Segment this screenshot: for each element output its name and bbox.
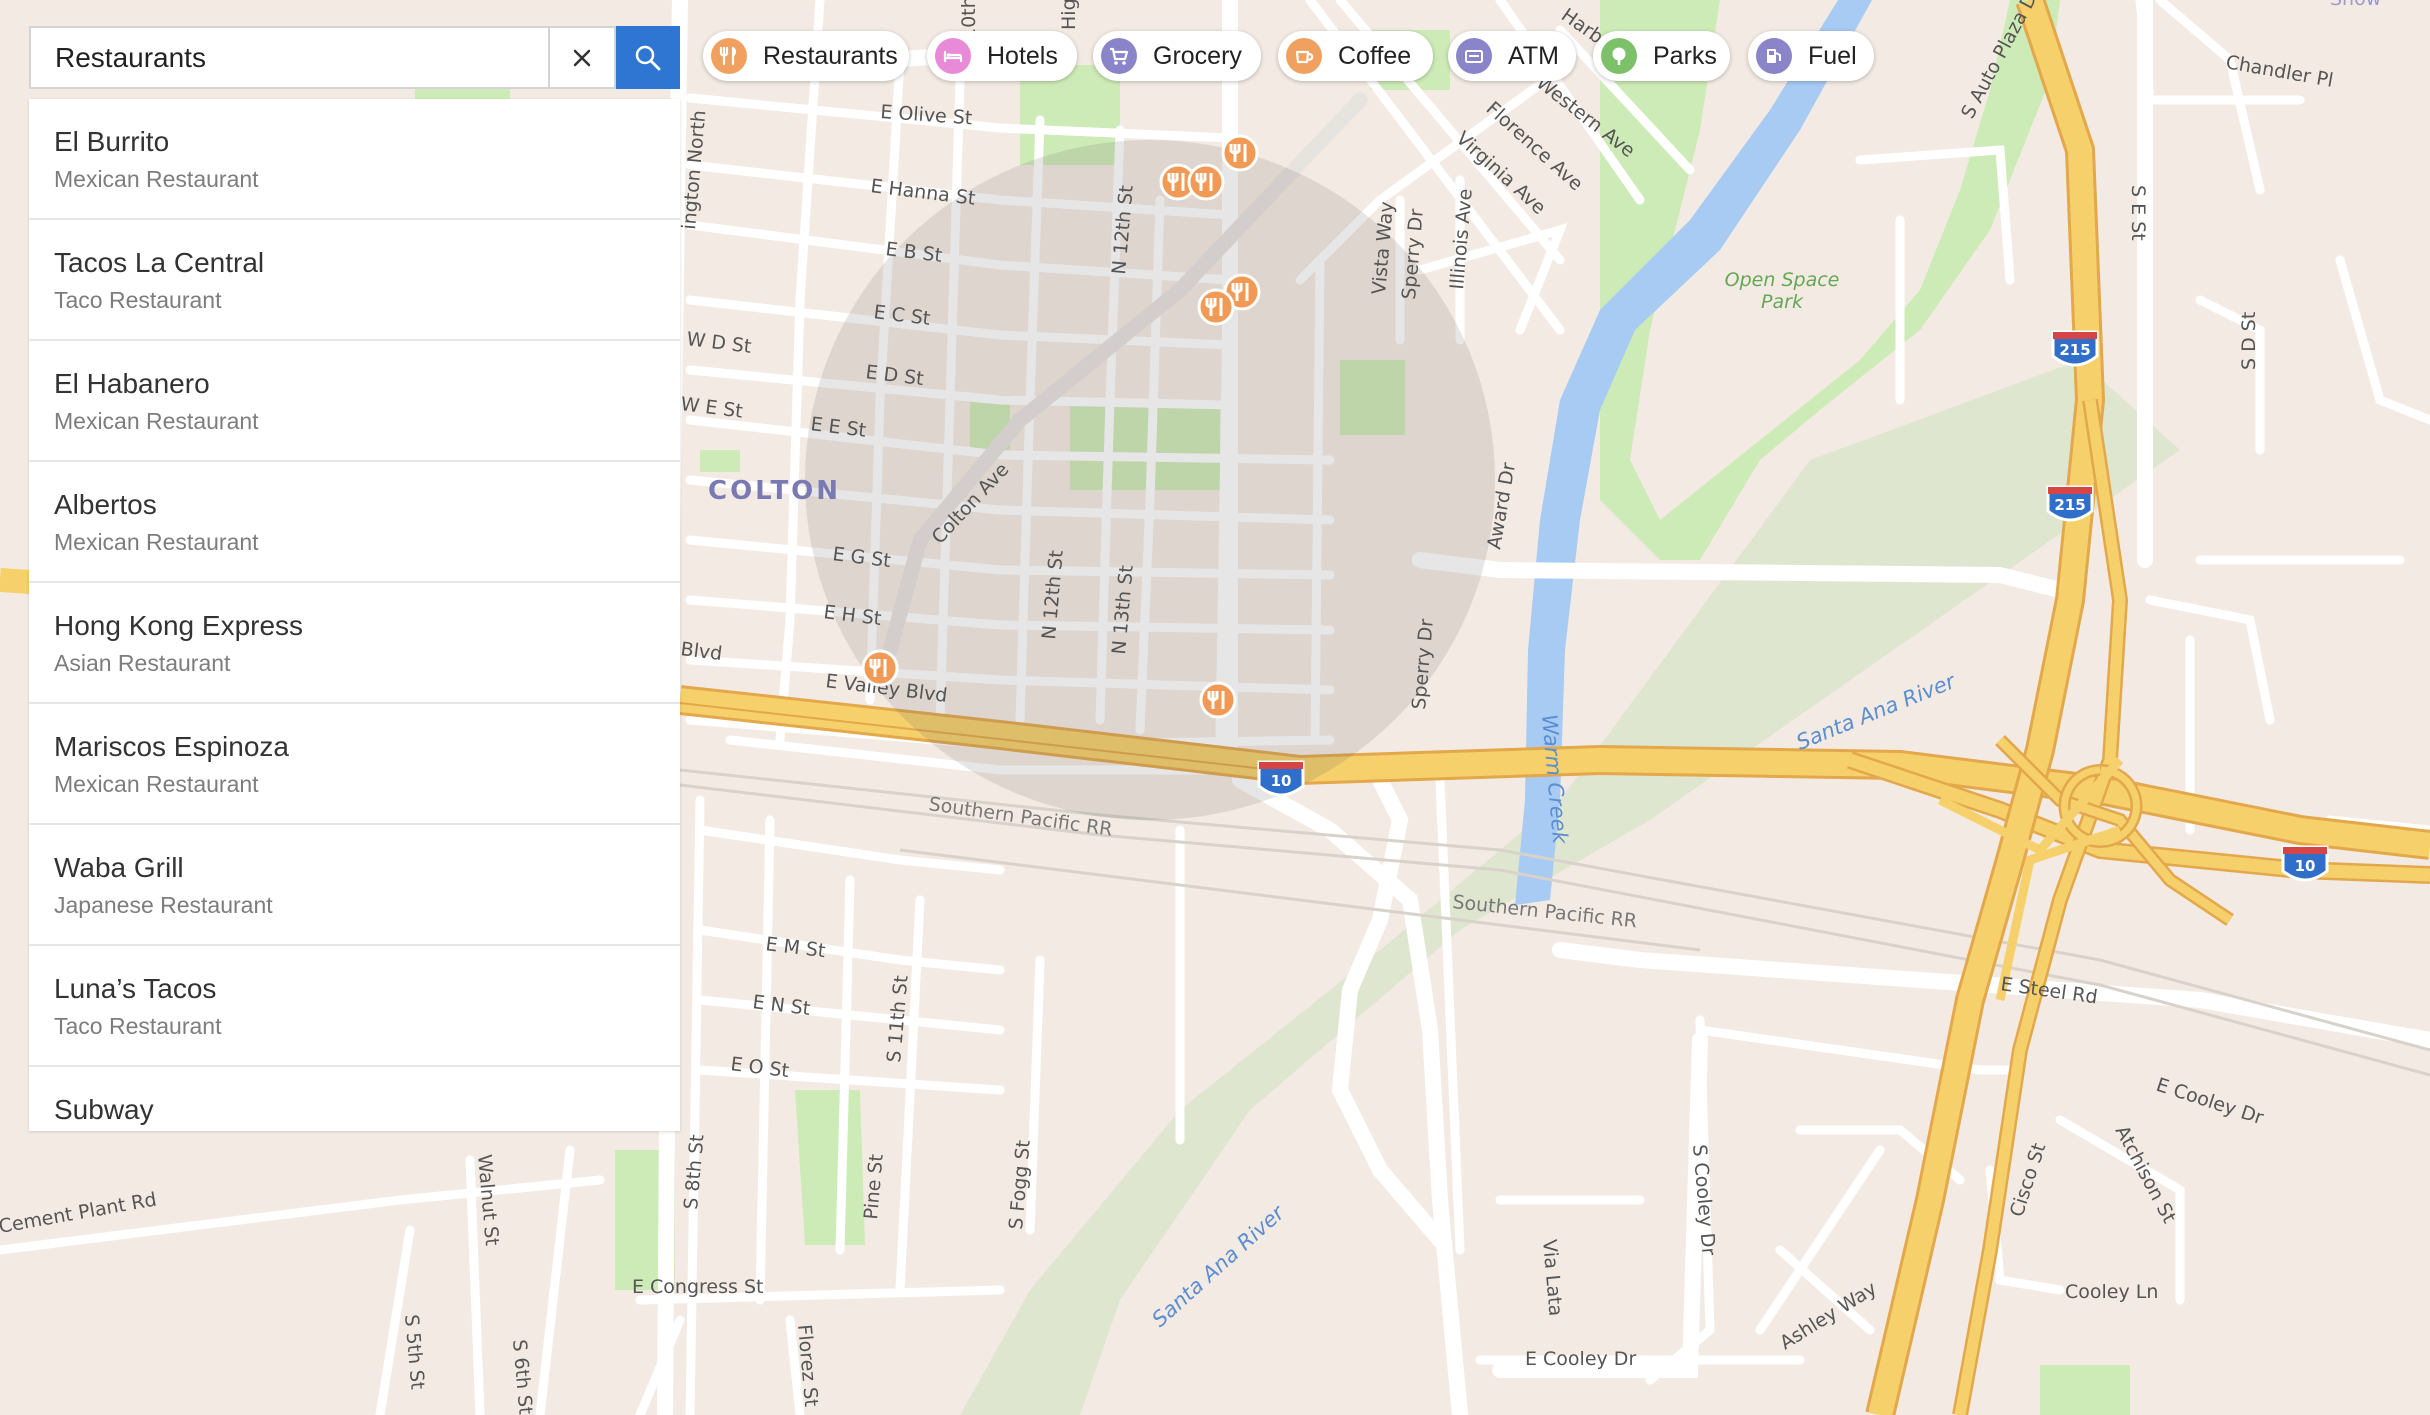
label-congress: E Congress St: [632, 1276, 763, 1298]
svg-text:215: 215: [2054, 496, 2085, 514]
category-restaurants[interactable]: Restaurants: [703, 31, 909, 81]
cart-icon: [1101, 38, 1137, 74]
result-name: Waba Grill: [54, 852, 184, 883]
result-item[interactable]: El Habanero Mexican Restaurant: [29, 341, 680, 462]
result-name: Albertos: [54, 489, 157, 520]
shield-i215-a: 215: [2051, 330, 2099, 367]
result-name: Luna’s Tacos: [54, 973, 217, 1004]
result-name: Hong Kong Express: [54, 610, 304, 641]
category-fuel[interactable]: Fuel: [1748, 31, 1874, 81]
result-item[interactable]: Hong Kong Express Asian Restaurant: [29, 583, 680, 704]
label-open-space-1: Open Space: [1725, 269, 1840, 291]
close-icon: [573, 49, 591, 66]
label-sd: S D St: [2238, 312, 2260, 370]
category-label: ATM: [1508, 41, 1559, 70]
shield-i10-a: 10: [1257, 760, 1305, 797]
result-item[interactable]: Luna’s Tacos Taco Restaurant: [29, 946, 680, 1067]
search-button[interactable]: [616, 26, 680, 89]
shield-i10-b: 10: [2281, 845, 2329, 882]
restaurant-pin[interactable]: [1221, 134, 1259, 172]
restaurant-pin[interactable]: [1199, 681, 1237, 719]
shield-i215-b: 215: [2046, 485, 2094, 522]
result-category: Taco Restaurant: [54, 287, 222, 313]
city-label: COLTON: [708, 476, 841, 506]
category-grocery[interactable]: Grocery: [1093, 31, 1261, 81]
label-cooley-dr: E Cooley Dr: [1525, 1348, 1636, 1370]
tree-icon: [1601, 38, 1637, 74]
result-category: Asian Restaurant: [54, 650, 231, 676]
result-item[interactable]: Albertos Mexican Restaurant: [29, 462, 680, 583]
results-list[interactable]: El Burrito Mexican Restaurant Tacos La C…: [29, 99, 680, 1131]
bed-icon: [935, 38, 971, 74]
label-show: Show: [2330, 0, 2381, 10]
result-item[interactable]: Subway: [29, 1067, 680, 1131]
magnifier-icon: [635, 45, 661, 70]
svg-text:10: 10: [2295, 857, 2316, 875]
cup-icon: [1286, 38, 1322, 74]
result-category: Mexican Restaurant: [54, 529, 259, 555]
result-name: El Burrito: [54, 126, 170, 157]
result-category: Mexican Restaurant: [54, 771, 259, 797]
restaurant-pin[interactable]: [861, 649, 899, 687]
svg-text:10: 10: [1271, 772, 1292, 790]
category-label: Coffee: [1338, 41, 1412, 70]
result-name: Tacos La Central: [54, 247, 265, 278]
svg-text:215: 215: [2059, 341, 2090, 359]
label-cooley-ln: Cooley Ln: [2065, 1281, 2158, 1303]
result-name: Mariscos Espinoza: [54, 731, 289, 762]
restaurant-pin[interactable]: [1187, 163, 1225, 201]
result-name: El Habanero: [54, 368, 210, 399]
result-item[interactable]: El Burrito Mexican Restaurant: [29, 99, 680, 220]
restaurant-pin[interactable]: [1197, 288, 1235, 326]
atm-icon: [1456, 38, 1492, 74]
category-label: Grocery: [1153, 41, 1242, 70]
result-category: Mexican Restaurant: [54, 166, 259, 192]
result-item[interactable]: Mariscos Espinoza Mexican Restaurant: [29, 704, 680, 825]
result-category: Japanese Restaurant: [54, 892, 273, 918]
search-input[interactable]: [31, 28, 548, 87]
label-open-space-2: Park: [1761, 291, 1804, 313]
result-item[interactable]: Tacos La Central Taco Restaurant: [29, 220, 680, 341]
result-category: Taco Restaurant: [54, 1013, 222, 1039]
category-label: Fuel: [1808, 41, 1857, 70]
search-field[interactable]: [29, 26, 550, 89]
result-item[interactable]: Waba Grill Japanese Restaurant: [29, 825, 680, 946]
fuel-icon: [1756, 38, 1792, 74]
result-category: Mexican Restaurant: [54, 408, 259, 434]
label-se: S E St: [2127, 185, 2149, 241]
fork-knife-icon: [711, 38, 747, 74]
category-atm[interactable]: ATM: [1448, 31, 1576, 81]
label-high: High: [1058, 0, 1080, 30]
category-coffee[interactable]: Coffee: [1278, 31, 1433, 81]
category-parks[interactable]: Parks: [1593, 31, 1730, 81]
result-name: Subway: [54, 1094, 154, 1125]
category-label: Parks: [1653, 41, 1717, 70]
clear-search-button[interactable]: [550, 26, 616, 89]
category-label: Hotels: [987, 41, 1058, 70]
category-label: Restaurants: [763, 41, 898, 70]
category-hotels[interactable]: Hotels: [927, 31, 1077, 81]
